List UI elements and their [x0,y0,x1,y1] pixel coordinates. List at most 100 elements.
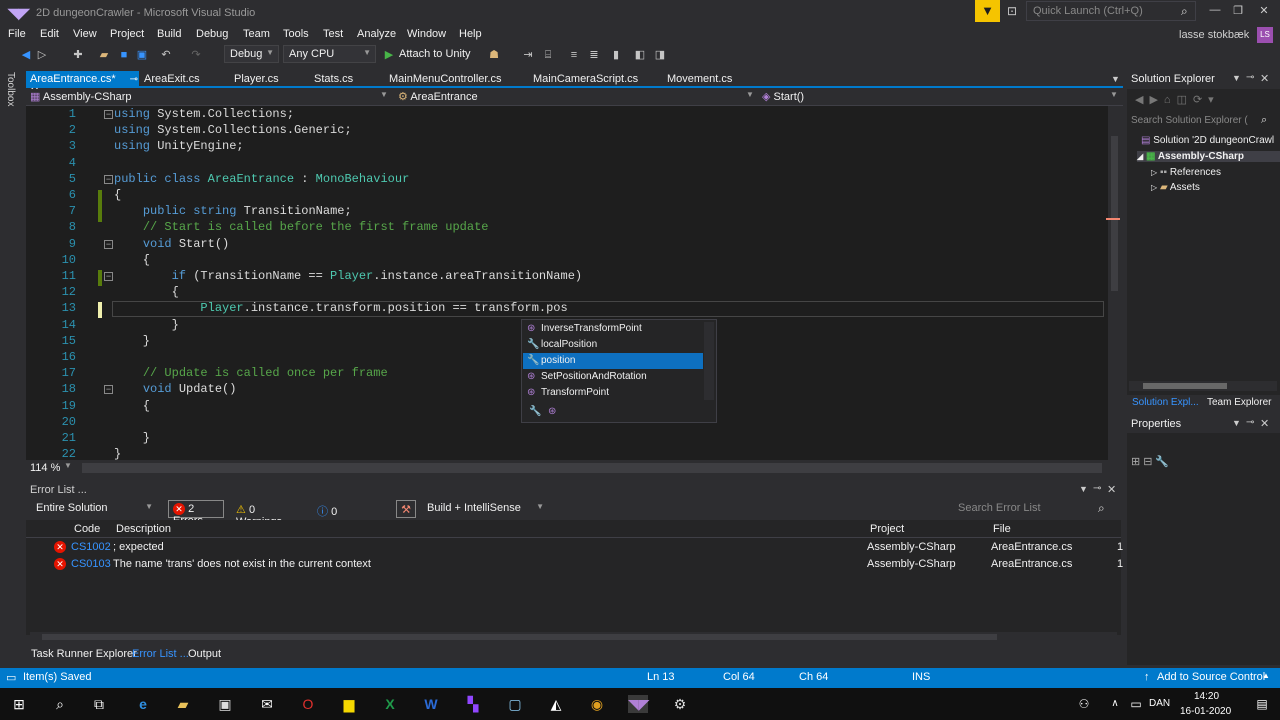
intellisense-item[interactable]: 🔧 position [523,353,703,369]
error-code-link[interactable]: CS0103 [71,558,111,570]
code-line[interactable]: } [114,431,150,445]
quick-launch-input[interactable]: Quick Launch (Ctrl+Q) [1026,1,1196,21]
store-icon[interactable]: ▣ [215,695,235,713]
undo-icon[interactable]: ↶ [158,47,174,63]
format-icon[interactable]: ⌸ [540,47,556,63]
tab-maincamerascript[interactable]: MainCameraScript.cs [529,71,642,88]
close-icon[interactable]: ✕ [1260,72,1269,85]
horizontal-scrollbar[interactable] [30,632,1117,642]
opera-icon[interactable]: O [298,695,318,713]
excel-icon[interactable]: X [380,695,400,713]
menu-debug[interactable]: Debug [196,28,228,40]
zoom-dropdown-icon[interactable]: ▼ [64,461,72,470]
error-code-link[interactable]: CS1002 [71,541,111,553]
intellisense-item[interactable]: ⊛ InverseTransformPoint [523,321,703,337]
pin-icon[interactable]: ⊸ [1246,417,1254,428]
close-icon[interactable]: ✕ [1107,483,1116,496]
bookmark-icon[interactable]: ▮ [608,47,624,63]
clock-time[interactable]: 14:20 [1194,691,1219,702]
attach-to-unity-button[interactable]: Attach to Unity [399,48,471,60]
code-line[interactable]: using System.Collections.Generic; [114,123,352,137]
tab-task-runner-explorer[interactable]: Task Runner Explorer [31,648,137,660]
pin-icon[interactable]: ⊸ [130,74,138,85]
solution-explorer-toolbar[interactable]: ◀▶⌂◫⟳▾ [1135,93,1220,106]
code-line[interactable]: { [114,188,121,202]
intellisense-popup[interactable]: ⊛ InverseTransformPoint 🔧 localPosition 🔧 pos… [521,319,717,423]
tab-stats[interactable]: Stats.cs [310,71,357,88]
code-line[interactable]: { [114,285,179,299]
window-position-icon[interactable]: ▼ [1079,484,1088,494]
visual-studio-taskbar-icon[interactable]: ◥◤ [628,695,650,713]
filter-methods-icon[interactable]: ⊛ [548,406,556,417]
configuration-dropdown[interactable]: Debug ▼ [224,45,279,63]
chrome-icon[interactable]: ◉ [587,695,607,713]
solution-search-input[interactable]: Search Solution Explorer ( [1129,113,1275,129]
scrollbar-thumb[interactable] [1143,383,1227,389]
column-file[interactable]: File [993,523,1011,535]
column-code[interactable]: Code [74,523,100,535]
search-icon[interactable]: ⌕ [1098,501,1105,516]
menu-help[interactable]: Help [459,28,482,40]
tab-solution-explorer[interactable]: Solution Expl... [1132,397,1199,408]
user-name[interactable]: lasse stokbæk [1179,29,1249,41]
horizontal-scrollbar[interactable] [1129,381,1277,391]
code-line[interactable]: Player.instance.transform.position == tr… [114,301,567,315]
redo-icon[interactable]: ↷ [188,47,204,63]
menu-tools[interactable]: Tools [283,28,309,40]
scope-dropdown[interactable]: Entire Solution ▼ [31,500,157,518]
window-position-icon[interactable]: ▼ [1232,418,1241,428]
intellisense-scrollbar[interactable] [704,322,714,400]
column-project[interactable]: Project [870,523,904,535]
menu-analyze[interactable]: Analyze [357,28,396,40]
word-icon[interactable]: W [421,695,441,713]
build-filter-dropdown[interactable]: Build + IntelliSense ▼ [422,500,548,518]
close-icon[interactable]: ✕ [1260,417,1269,430]
class-dropdown[interactable]: ⚙ AreaEntrance ▼ [394,90,756,105]
tree-item-references[interactable]: ▷ ▪▪ References [1151,167,1221,178]
horizontal-scrollbar[interactable] [82,463,1102,473]
comment-icon[interactable]: ≡ [566,47,582,63]
scrollbar-thumb[interactable] [42,634,997,640]
pin-icon[interactable]: ⊸ [1246,72,1254,83]
table-row[interactable]: ✕ CS0103 The name 'trans' does not exist… [26,556,1123,573]
warnings-filter-button[interactable]: ⚠ 0 Warnings [231,500,305,528]
tab-output[interactable]: Output [188,648,221,660]
editor-scrollbar-thumb[interactable] [1111,136,1118,291]
fold-toggle-icon[interactable]: − [104,272,113,281]
tree-item-project[interactable]: ◢ ▦ Assembly-CSharp [1137,151,1280,162]
show-hidden-icons[interactable]: ∧ [1105,695,1125,713]
menu-view[interactable]: View [73,28,97,40]
code-line[interactable]: void Start() [114,237,229,251]
settings-icon[interactable]: ⚙ [670,695,690,713]
code-line[interactable]: public class AreaEntrance : MonoBehaviou… [114,172,409,186]
app-window-icon[interactable]: ▢ [505,695,525,713]
save-icon[interactable]: ■ [116,47,132,63]
intellisense-item[interactable]: ⊛ TransformPoint [523,385,703,401]
menu-window[interactable]: Window [407,28,446,40]
code-line[interactable]: { [114,253,150,267]
intellisense-item[interactable]: ⊛ SetPositionAndRotation [523,369,703,385]
fold-toggle-icon[interactable]: − [104,174,113,184]
properties-toolbar[interactable]: ⊞⊟🔧 [1131,455,1172,468]
intellisense-item[interactable]: 🔧 localPosition [523,337,703,353]
back-icon[interactable]: ◀ [18,47,34,63]
code-line[interactable]: using UnityEngine; [114,139,244,153]
play-icon[interactable]: ▶ [381,47,397,63]
search-icon[interactable]: ⌕ [1261,114,1267,127]
code-line[interactable]: using System.Collections; [114,107,294,121]
tab-team-explorer[interactable]: Team Explorer [1207,397,1271,408]
menu-test[interactable]: Test [323,28,343,40]
code-line[interactable]: } [114,447,121,460]
tab-overflow-icon[interactable]: ▼ [1111,74,1120,84]
edge-icon[interactable]: e [133,695,153,713]
mail-icon[interactable]: ✉ [257,695,277,713]
twitch-icon[interactable]: ▚ [463,695,483,713]
avatar[interactable]: LS [1257,27,1273,43]
add-to-source-control-button[interactable]: Add to Source Control [1157,671,1265,683]
messages-filter-button[interactable]: ⓘ 0 Messages [312,500,388,531]
errors-filter-button[interactable]: ✕ 2 Errors [168,500,224,527]
tab-error-list[interactable]: Error List ... [132,648,189,660]
code-line[interactable]: } [114,318,179,332]
network-icon[interactable]: ▭ [1126,695,1146,713]
search-icon[interactable]: ⌕ [1181,4,1188,19]
